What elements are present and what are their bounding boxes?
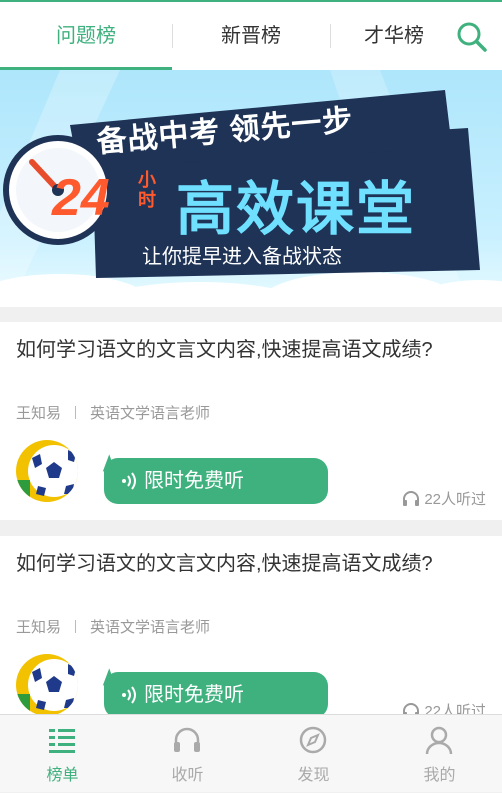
author-role: 英语文学语言老师 (90, 405, 211, 422)
tab-talent-rank[interactable]: 才华榜 (340, 2, 448, 70)
tab-question-rank[interactable]: 问题榜 (0, 2, 172, 70)
question-title[interactable]: 如何学习语文的文言文内容,快速提高语文成绩? (16, 550, 456, 578)
tab-label: 问题榜 (56, 25, 116, 47)
banner-tagline: 让你提早进入备战状态 (142, 246, 342, 268)
nav-item-discover[interactable]: 发现 (251, 715, 376, 793)
bottom-nav: 榜单 收听 发现 我的 (0, 714, 502, 792)
free-listen-button[interactable]: 限时免费听 (104, 672, 328, 714)
avatar[interactable] (16, 440, 78, 502)
search-icon (457, 22, 487, 52)
nav-item-listen[interactable]: 收听 (125, 715, 250, 793)
top-tab-bar: 问题榜 新晋榜 才华榜 (0, 0, 502, 70)
listen-count-text: 22人听过 (424, 491, 486, 508)
author-name: 王知易 (16, 619, 62, 636)
nav-label: 榜单 (46, 767, 79, 784)
meta-divider (75, 620, 77, 633)
free-listen-label: 限时免费听 (144, 684, 244, 706)
question-card[interactable]: 如何学习语文的文言文内容,快速提高语文成绩? 王知易 英语文学语言老师 限时免费听… (0, 536, 502, 714)
soccer-ball-icon (16, 440, 78, 502)
author-role: 英语文学语言老师 (90, 619, 211, 636)
question-card[interactable]: 如何学习语文的文言文内容,快速提高语文成绩? 王知易 英语文学语言老师 限时免费听… (0, 322, 502, 520)
user-icon (425, 726, 453, 755)
free-listen-button[interactable]: 限时免费听 (104, 458, 328, 504)
nav-label: 我的 (423, 767, 456, 784)
compass-icon (299, 726, 327, 754)
promo-banner[interactable]: 备战中考 领先一步 24 小时 高效课堂 让你提早进入备战状态 (0, 70, 502, 307)
tab-label: 新晋榜 (221, 25, 281, 47)
listen-count: 22人听过 (402, 700, 486, 714)
meta-divider (75, 406, 77, 419)
headphones-icon (174, 727, 200, 752)
search-button[interactable] (455, 20, 489, 54)
author-meta: 王知易 英语文学语言老师 (16, 402, 210, 423)
nav-label: 发现 (297, 767, 330, 784)
avatar[interactable] (16, 654, 78, 714)
banner-badge-number: 24 (52, 169, 110, 227)
question-title[interactable]: 如何学习语文的文言文内容,快速提高语文成绩? (16, 336, 456, 364)
tab-divider (330, 24, 331, 48)
nav-label: 收听 (171, 767, 204, 784)
banner-badge-unit: 小时 (138, 170, 156, 210)
nav-item-rankings[interactable]: 榜单 (0, 715, 125, 793)
sound-wave-icon (122, 472, 136, 490)
free-listen-label: 限时免费听 (144, 470, 244, 492)
headphones-icon (403, 703, 420, 714)
headphones-icon (403, 491, 420, 506)
list-icon (49, 729, 75, 753)
nav-item-mine[interactable]: 我的 (377, 715, 502, 793)
tab-newcomer-rank[interactable]: 新晋榜 (172, 2, 330, 70)
listen-count: 22人听过 (402, 488, 486, 509)
tab-label: 才华榜 (364, 25, 424, 47)
author-name: 王知易 (16, 405, 62, 422)
sound-wave-icon (122, 686, 136, 704)
author-meta: 王知易 英语文学语言老师 (16, 616, 210, 637)
soccer-ball-icon (16, 654, 78, 714)
listen-count-text: 22人听过 (424, 703, 486, 714)
banner-headline: 高效课堂 (176, 177, 417, 242)
